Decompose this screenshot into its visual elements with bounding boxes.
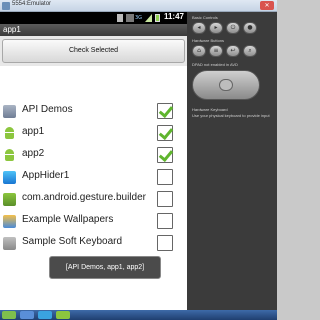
- emulator-app-icon: [2, 2, 10, 10]
- keyboard-icon: [3, 237, 16, 250]
- volume-up-button[interactable]: ▸: [209, 22, 223, 34]
- dpad-center-button[interactable]: [219, 79, 233, 91]
- hardware-keyboard-label: Hardware Keyboard: [192, 107, 228, 112]
- list-item[interactable]: Example Wallpapers: [0, 211, 187, 233]
- check-selected-button[interactable]: Check Selected: [2, 39, 185, 63]
- camera-button[interactable]: ●: [243, 22, 257, 34]
- battery-icon: [155, 14, 160, 22]
- volume-down-button[interactable]: ◂: [192, 22, 206, 34]
- signal-icon: [145, 14, 152, 22]
- search-button[interactable]: ⌕: [243, 45, 257, 57]
- checkbox[interactable]: [157, 103, 173, 119]
- list-item[interactable]: API Demos: [0, 101, 187, 123]
- basic-controls-label: Basic Controls: [192, 15, 218, 20]
- wallpaper-icon: [3, 215, 16, 228]
- hardware-panel: Basic Controls ◂ ▸ ⏻ ● Hardware Buttons …: [187, 12, 277, 310]
- power-button[interactable]: ⏻: [226, 22, 240, 34]
- apphider-icon: [3, 171, 16, 184]
- dpad[interactable]: [192, 70, 260, 100]
- list-item-label: app1: [22, 126, 45, 137]
- status-time: 11:47: [163, 12, 184, 21]
- android-icon: [3, 149, 16, 162]
- menu-button[interactable]: ≡: [209, 45, 223, 57]
- dpad-label: DPAD not enabled in AVD: [192, 62, 238, 67]
- list-item[interactable]: app2: [0, 145, 187, 167]
- android-icon: [3, 127, 16, 140]
- list-item[interactable]: Sample Soft Keyboard: [0, 233, 187, 255]
- sd-card-icon: [117, 14, 123, 22]
- list-item-label: Sample Soft Keyboard: [22, 236, 123, 247]
- list-item-label: API Demos: [22, 104, 73, 115]
- phone-screen: 3G 11:47 app1 Check Selected API Demos ap…: [0, 12, 187, 310]
- start-button[interactable]: [2, 311, 16, 319]
- checkbox[interactable]: [157, 235, 173, 251]
- list-item-label: Example Wallpapers: [22, 214, 114, 225]
- app-title-bar: app1: [0, 24, 187, 36]
- os-taskbar: [0, 310, 277, 320]
- hardware-buttons-label: Hardware Buttons: [192, 38, 225, 43]
- back-button[interactable]: ↩: [226, 45, 240, 57]
- keyboard-hint: Use your physical keyboard to provide in…: [192, 113, 270, 118]
- checkbox[interactable]: [157, 213, 173, 229]
- app-title: app1: [3, 25, 21, 34]
- list-item[interactable]: AppHider1: [0, 167, 187, 189]
- list-item-label: com.android.gesture.builder: [22, 192, 146, 203]
- folder-icon: [3, 105, 16, 118]
- list-item[interactable]: com.android.gesture.builder: [0, 189, 187, 211]
- status-bar: 3G 11:47: [0, 12, 187, 24]
- taskbar-app-icon[interactable]: [56, 311, 70, 319]
- taskbar-app-icon[interactable]: [38, 311, 52, 319]
- taskbar-app-icon[interactable]: [20, 311, 34, 319]
- network-icon: [126, 14, 134, 22]
- checkbox[interactable]: [157, 125, 173, 141]
- list-item-label: AppHider1: [22, 170, 70, 181]
- toast-message: [API Demos, app1, app2]: [49, 256, 161, 279]
- checkbox[interactable]: [157, 169, 173, 185]
- gesture-icon: [3, 193, 16, 206]
- button-container: Check Selected: [0, 36, 187, 66]
- checkbox[interactable]: [157, 147, 173, 163]
- list-item-label: app2: [22, 148, 45, 159]
- home-button[interactable]: ⌂: [192, 45, 206, 57]
- window-title: 5554:Emulator: [12, 1, 52, 7]
- checkbox[interactable]: [157, 191, 173, 207]
- window-close-button[interactable]: ✕: [260, 1, 274, 10]
- 3g-icon: 3G: [135, 15, 143, 21]
- list-item[interactable]: app1: [0, 123, 187, 145]
- emulator-window-titlebar: 5554:Emulator ✕: [0, 0, 277, 12]
